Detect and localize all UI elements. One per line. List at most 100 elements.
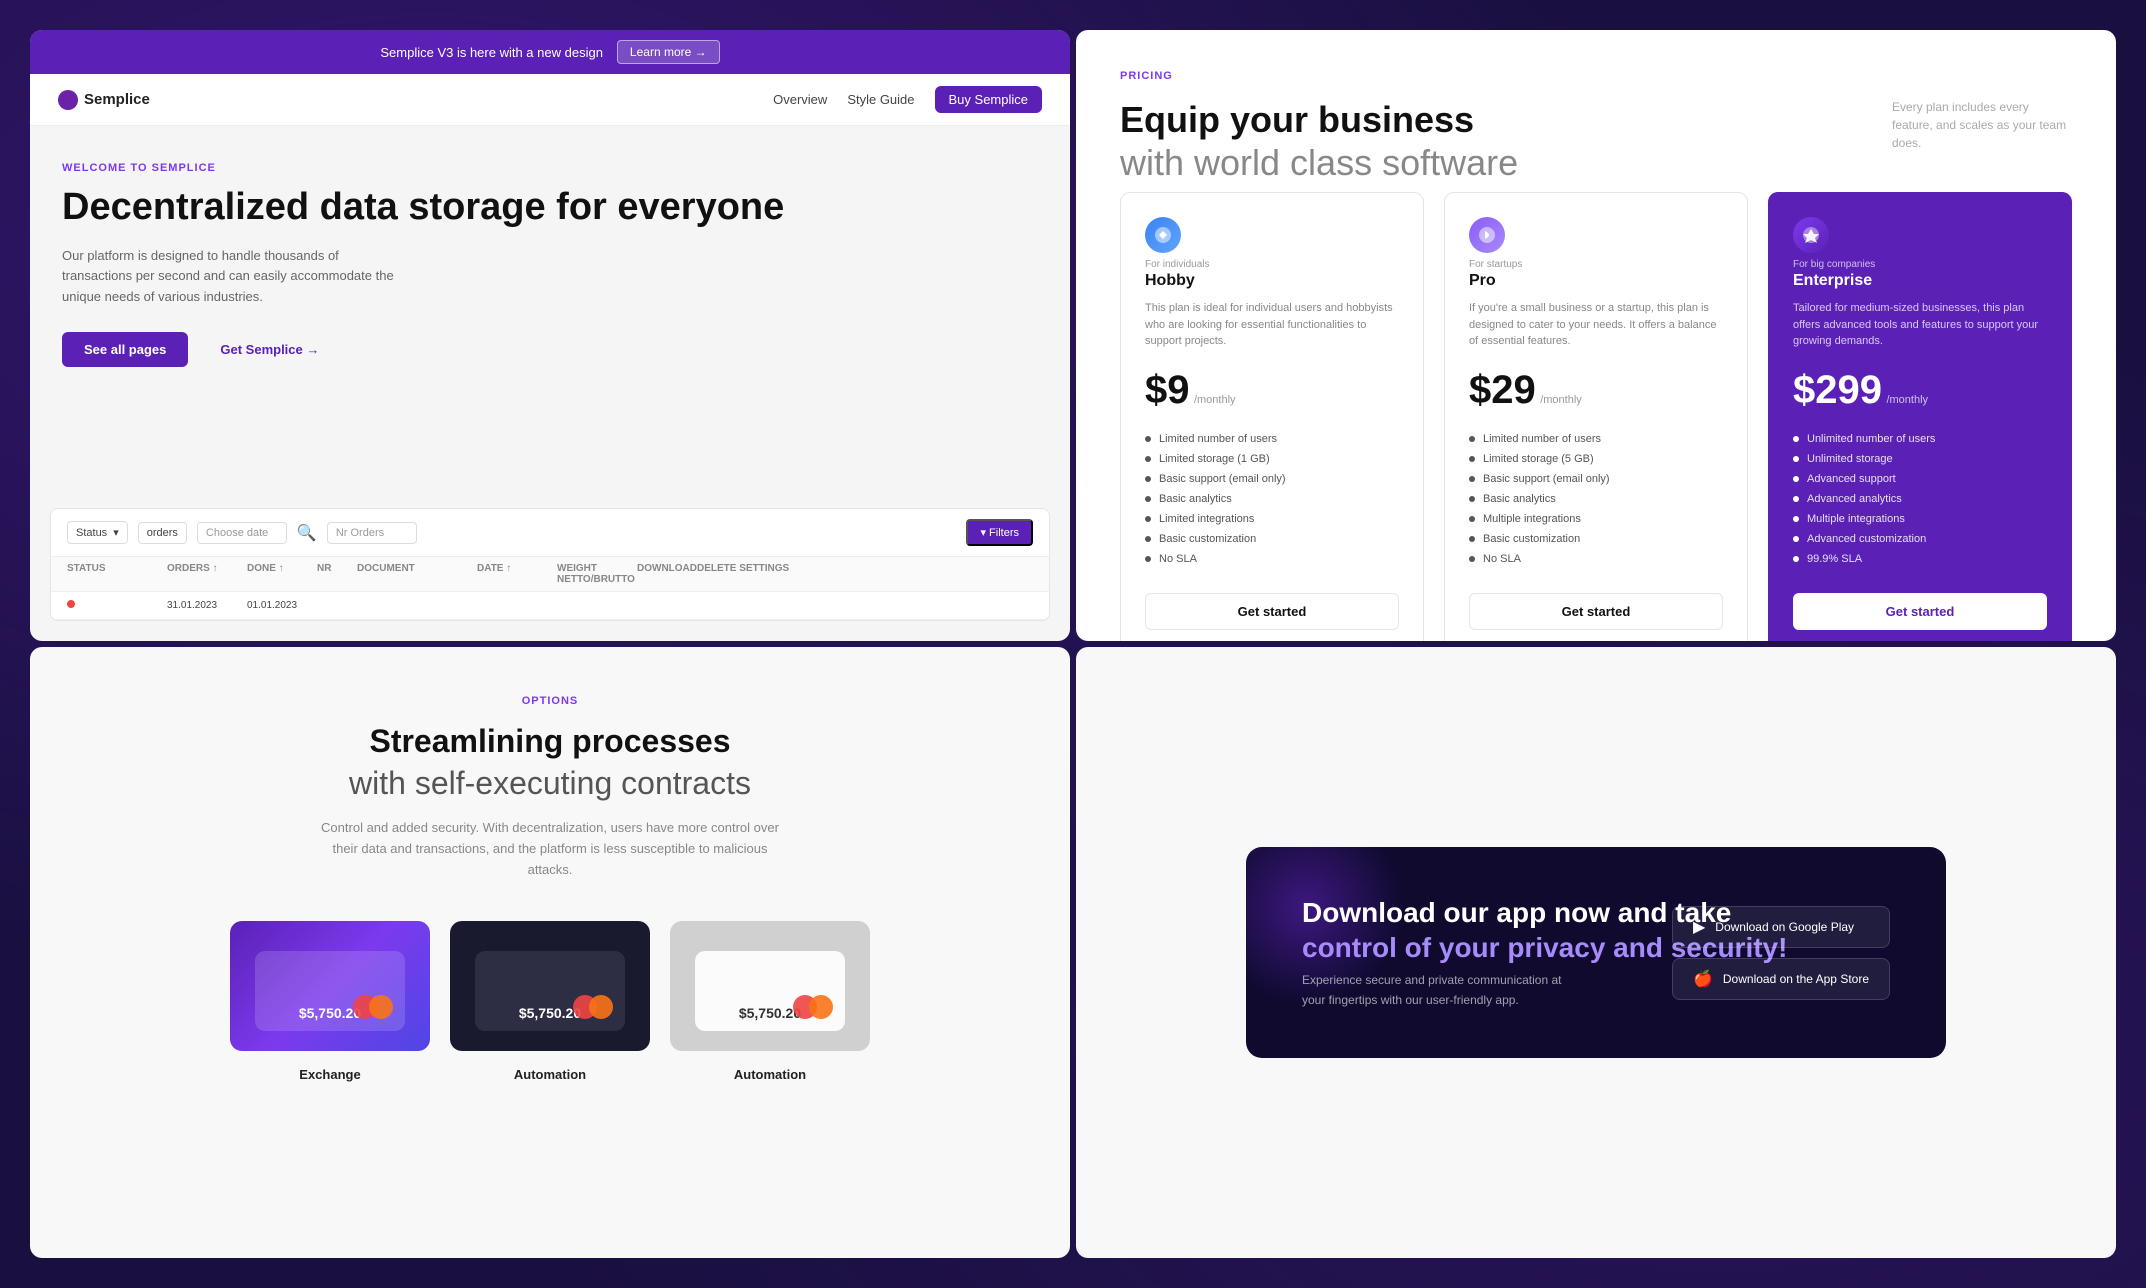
pro-tier: For startups [1469, 259, 1723, 270]
exchange-mini-card: $5,750.20 [255, 951, 405, 1031]
cell-nr [317, 600, 357, 611]
nr-orders-input[interactable]: Nr Orders [327, 522, 417, 544]
pro-features: Limited number of users Limited storage … [1469, 429, 1723, 569]
hobby-icon [1145, 217, 1181, 253]
status-filter[interactable]: Status ▾ [67, 521, 128, 544]
hero-nav: Semplice Overview Style Guide Buy Sempli… [30, 74, 1070, 126]
col-download: Download [637, 563, 697, 585]
hero-content: WELCOME TO SEMPLICE Decentralized data s… [30, 126, 1070, 508]
col-orders: Orders ↑ [167, 563, 247, 585]
nav-overview[interactable]: Overview [773, 92, 827, 107]
col-done: Done ↑ [247, 563, 317, 585]
exchange-visual: $5,750.20 [230, 921, 430, 1051]
filters-button[interactable]: ▾ Filters [966, 519, 1033, 546]
automation2-visual: $5,750.20 [670, 921, 870, 1051]
apple-icon: 🍎 [1693, 969, 1713, 989]
automation-card-1: $5,750.20 Automation [450, 921, 650, 1082]
enterprise-price: $299 /monthly [1793, 368, 2047, 413]
table-header: Status Orders ↑ Done ↑ Nr Document Date … [51, 557, 1049, 592]
hobby-name: Hobby [1145, 272, 1399, 290]
automation2-label: Automation [670, 1067, 870, 1082]
options-subtitle: Control and added security. With decentr… [310, 818, 790, 880]
automation1-visual: $5,750.20 [450, 921, 650, 1051]
col-date: Date ↑ [477, 563, 557, 585]
pro-price: $29 /monthly [1469, 368, 1723, 413]
options-label: OPTIONS [522, 695, 579, 707]
cell-weight [557, 600, 637, 611]
hero-title: Decentralized data storage for everyone [62, 186, 1038, 230]
enterprise-features: Unlimited number of users Unlimited stor… [1793, 429, 2047, 569]
download-card: Download our app now and take control of… [1246, 847, 1946, 1057]
exchange-label: Exchange [230, 1067, 430, 1082]
google-play-icon: ▶ [1693, 917, 1705, 937]
hobby-price: $9 /monthly [1145, 368, 1399, 413]
cell-status [67, 600, 167, 611]
hero-label: WELCOME TO SEMPLICE [62, 162, 1038, 174]
learn-more-button[interactable]: Learn more → [617, 40, 720, 64]
hero-nav-links: Overview Style Guide Buy Semplice [773, 86, 1042, 113]
see-all-pages-button[interactable]: See all pages [62, 332, 188, 367]
download-buttons: ▶ Download on Google Play 🍎 Download on … [1672, 906, 1890, 1000]
hero-subtitle: Our platform is designed to handle thous… [62, 246, 402, 308]
card-circle3-orange [809, 995, 833, 1019]
enterprise-cta[interactable]: Get started [1793, 593, 2047, 630]
hero-buttons: See all pages Get Semplice → [62, 332, 1038, 367]
options-title: Streamlining processes with self-executi… [349, 721, 751, 804]
google-play-button[interactable]: ▶ Download on Google Play [1672, 906, 1890, 948]
enterprise-name: Enterprise [1793, 272, 2047, 290]
pro-icon [1469, 217, 1505, 253]
exchange-card: $5,750.20 Exchange [230, 921, 430, 1082]
feature-cards-row: $5,750.20 Exchange $5,750.20 Automatio [230, 921, 870, 1082]
card-circle-orange [369, 995, 393, 1019]
col-status: Status [67, 563, 167, 585]
card-circle2-orange [589, 995, 613, 1019]
app-store-button[interactable]: 🍎 Download on the App Store [1672, 958, 1890, 1000]
enterprise-description: Tailored for medium-sized businesses, th… [1793, 300, 2047, 352]
pricing-title: Equip your business with world class sof… [1120, 98, 1518, 184]
automation2-mini-card: $5,750.20 [695, 951, 845, 1031]
nav-style-guide[interactable]: Style Guide [847, 92, 914, 107]
download-description: Experience secure and private communicat… [1302, 971, 1582, 1009]
cell-document [357, 600, 477, 611]
cell-delete [697, 600, 797, 611]
enterprise-icon [1793, 217, 1829, 253]
get-semplice-button[interactable]: Get Semplice → [202, 332, 337, 367]
hobby-description: This plan is ideal for individual users … [1145, 300, 1399, 352]
enterprise-tier: For big companies [1793, 259, 2047, 270]
announcement-bar: Semplice V3 is here with a new design Le… [30, 30, 1070, 74]
pro-description: If you're a small business or a startup,… [1469, 300, 1723, 352]
pro-name: Pro [1469, 272, 1723, 290]
automation1-mini-card: $5,750.20 [475, 951, 625, 1031]
table-row: 31.01.2023 01.01.2023 [51, 592, 1049, 620]
col-weight: Weight netto/brutto [557, 563, 637, 585]
pricing-subtitle: Every plan includes every feature, and s… [1892, 98, 2072, 152]
cell-orders: 31.01.2023 [167, 600, 247, 611]
col-document: Document [357, 563, 477, 585]
pricing-panel: PRICING Equip your business with world c… [1076, 30, 2116, 641]
plan-pro: For startups Pro If you're a small busin… [1444, 192, 1748, 641]
date-picker[interactable]: Choose date [197, 522, 287, 544]
hero-panel: Semplice V3 is here with a new design Le… [30, 30, 1070, 641]
hero-logo: Semplice [58, 90, 150, 110]
table-toolbar: Status ▾ orders Choose date 🔍 Nr Orders … [51, 509, 1049, 557]
orders-filter[interactable]: orders [138, 522, 187, 544]
announcement-text: Semplice V3 is here with a new design [380, 45, 603, 60]
table-preview: Status ▾ orders Choose date 🔍 Nr Orders … [50, 508, 1050, 621]
plan-hobby: For individuals Hobby This plan is ideal… [1120, 192, 1424, 641]
pro-cta[interactable]: Get started [1469, 593, 1723, 630]
pricing-plans: For individuals Hobby This plan is ideal… [1120, 192, 2072, 641]
automation1-label: Automation [450, 1067, 650, 1082]
cell-download [637, 600, 697, 611]
download-panel: Download our app now and take control of… [1076, 647, 2116, 1258]
cell-done: 01.01.2023 [247, 600, 317, 611]
automation-card-2: $5,750.20 Automation [670, 921, 870, 1082]
col-settings: Delete Settings [697, 563, 797, 585]
search-icon: 🔍 [297, 523, 317, 543]
cell-date [477, 600, 557, 611]
hobby-tier: For individuals [1145, 259, 1399, 270]
hobby-features: Limited number of users Limited storage … [1145, 429, 1399, 569]
nav-buy-button[interactable]: Buy Semplice [935, 86, 1042, 113]
hobby-cta[interactable]: Get started [1145, 593, 1399, 630]
col-nr: Nr [317, 563, 357, 585]
pricing-label: PRICING [1120, 70, 2072, 82]
